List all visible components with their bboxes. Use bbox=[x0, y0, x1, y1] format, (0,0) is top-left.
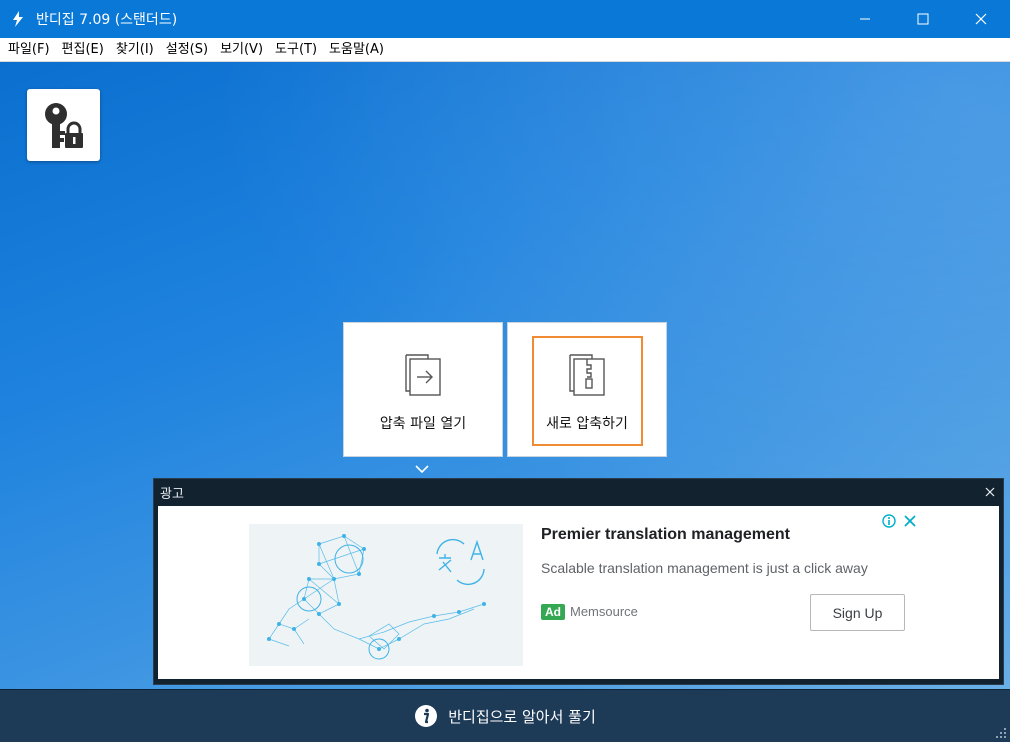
ad-dismiss-icon[interactable] bbox=[903, 514, 917, 528]
close-window-button[interactable] bbox=[952, 0, 1010, 38]
ad-title[interactable]: Premier translation management bbox=[541, 526, 790, 544]
menu-bar: 파일(F) 편집(E) 찾기(I) 설정(S) 보기(V) 도구(T) 도움말(… bbox=[0, 38, 1010, 62]
open-archive-button[interactable]: 압축 파일 열기 bbox=[343, 322, 503, 457]
close-icon bbox=[985, 487, 995, 497]
ad-panel: 광고 Premier translation management Scalab… bbox=[153, 478, 1004, 685]
ad-description: Scalable translation management is just … bbox=[541, 560, 868, 576]
menu-edit[interactable]: 편집(E) bbox=[56, 38, 110, 62]
minimize-icon bbox=[860, 18, 870, 20]
close-icon bbox=[975, 13, 987, 25]
ad-badge: Ad bbox=[541, 604, 565, 620]
open-archive-label: 압축 파일 열기 bbox=[379, 416, 467, 432]
translation-network-graphic bbox=[267, 534, 486, 660]
ad-image[interactable] bbox=[249, 524, 523, 666]
minimize-button[interactable] bbox=[836, 0, 894, 38]
resize-grip-icon[interactable] bbox=[995, 727, 1007, 739]
menu-help[interactable]: 도움말(A) bbox=[323, 38, 390, 62]
info-icon bbox=[415, 705, 438, 727]
window-title: 반디집 7.09 (스탠더드) bbox=[36, 12, 178, 28]
auto-extract-label: 반디집으로 알아서 풀기 bbox=[448, 707, 596, 726]
chevron-down-icon[interactable] bbox=[414, 464, 430, 474]
menu-settings[interactable]: 설정(S) bbox=[160, 38, 214, 62]
auto-extract-bar[interactable]: 반디집으로 알아서 풀기 bbox=[0, 689, 1010, 742]
ad-sign-up-button[interactable]: Sign Up bbox=[810, 594, 905, 631]
ad-content[interactable]: Premier translation management Scalable … bbox=[158, 506, 999, 679]
menu-file[interactable]: 파일(F) bbox=[2, 38, 56, 62]
menu-tools[interactable]: 도구(T) bbox=[269, 38, 323, 62]
menu-view[interactable]: 보기(V) bbox=[214, 38, 269, 62]
maximize-icon bbox=[917, 13, 929, 25]
ad-source[interactable]: Memsource bbox=[570, 604, 638, 619]
open-archive-icon bbox=[405, 354, 441, 396]
focus-highlight bbox=[532, 336, 643, 446]
password-manager-button[interactable] bbox=[27, 89, 100, 161]
ad-header: 광고 bbox=[154, 479, 1003, 505]
window-controls bbox=[836, 0, 1010, 38]
bandizip-app-icon[interactable] bbox=[0, 0, 36, 38]
main-area: 압축 파일 열기 새로 압축하기 광고 Premier translation … bbox=[0, 62, 1010, 689]
new-archive-button[interactable]: 새로 압축하기 bbox=[507, 322, 667, 457]
title-bar: 반디집 7.09 (스탠더드) bbox=[0, 0, 1010, 38]
key-lock-icon bbox=[44, 103, 83, 148]
ad-header-label: 광고 bbox=[160, 486, 184, 502]
menu-find[interactable]: 찾기(I) bbox=[110, 38, 160, 62]
ad-panel-close-button[interactable] bbox=[983, 485, 997, 499]
ad-info-icon[interactable] bbox=[882, 514, 896, 528]
maximize-button[interactable] bbox=[894, 0, 952, 38]
